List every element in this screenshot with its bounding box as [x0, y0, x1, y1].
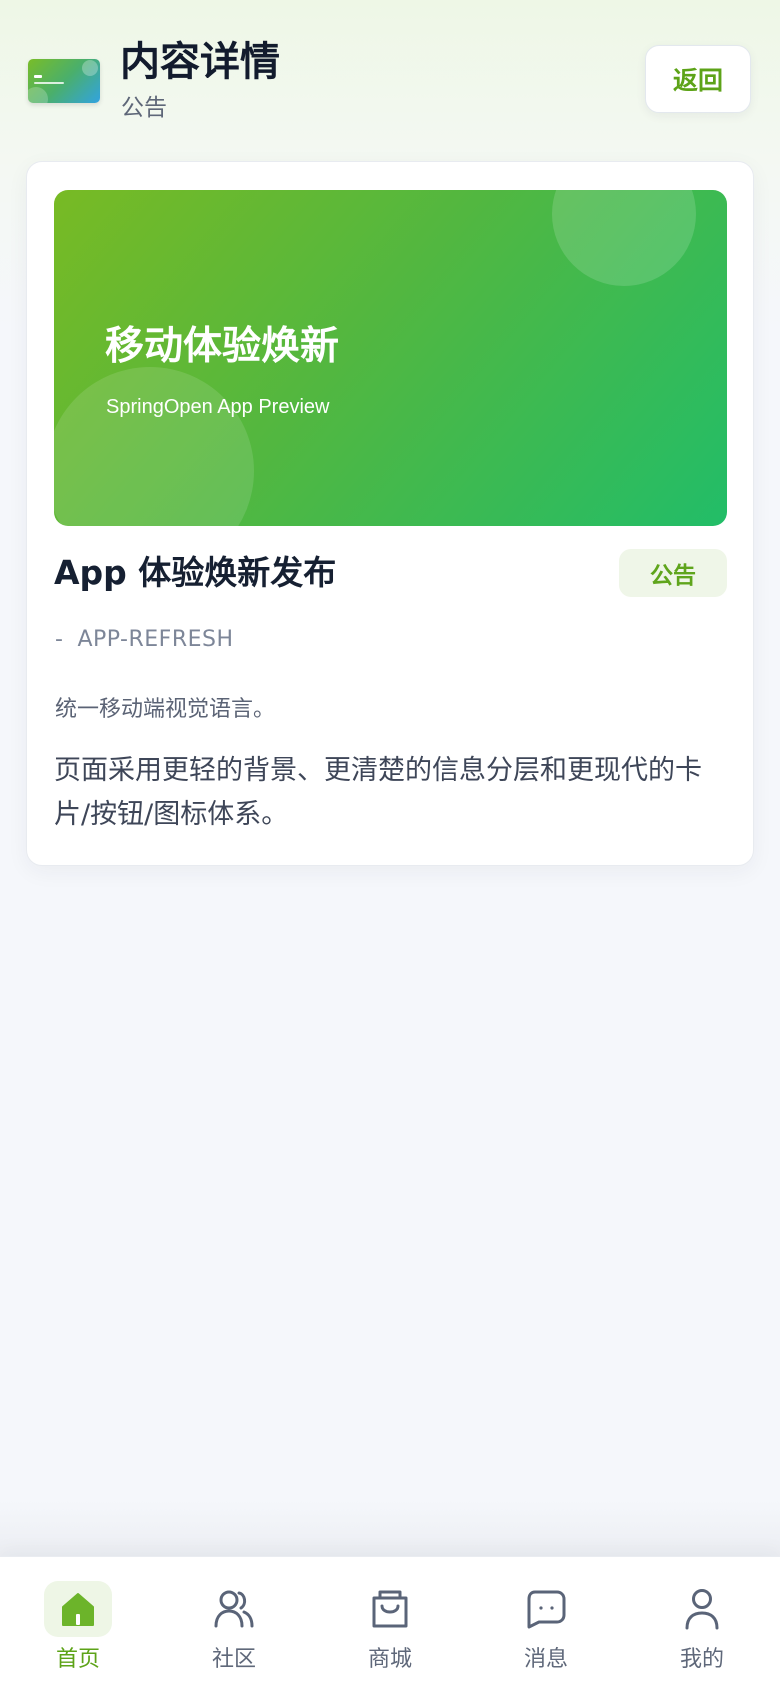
page-title: 内容详情 — [120, 39, 280, 85]
thumbnail-decor-circle — [28, 87, 48, 103]
tab-label: 社区 — [211, 1647, 256, 1672]
hero-title: 移动体验焕新 — [105, 324, 340, 369]
users-icon — [200, 1581, 268, 1637]
back-button[interactable]: 返回 — [645, 45, 751, 113]
tab-label: 我的 — [679, 1647, 724, 1672]
article-body: 页面采用更轻的背景、更清楚的信息分层和更现代的卡片/按钮/图标体系。 — [54, 755, 702, 830]
content-card: 移动体验焕新 SpringOpen App Preview App 体验焕新发布… — [26, 161, 754, 866]
thumbnail-decor-line — [34, 82, 64, 84]
bottom-tab-bar: 首页 社区 商城 消息 我的 — [0, 1556, 780, 1689]
tab-home[interactable]: 首页 — [0, 1557, 156, 1689]
message-icon — [512, 1581, 580, 1637]
hero-subtitle: SpringOpen App Preview — [106, 396, 330, 418]
header-thumbnail — [28, 59, 100, 103]
thumbnail-decor-circle — [82, 60, 98, 76]
article-summary: 统一移动端视觉语言。 — [55, 697, 276, 722]
page-header: 内容详情 公告 返回 — [0, 0, 780, 150]
tab-community[interactable]: 社区 — [156, 1557, 312, 1689]
tab-shop[interactable]: 商城 — [312, 1557, 468, 1689]
tab-label: 消息 — [523, 1647, 568, 1672]
thumbnail-decor-line — [34, 75, 42, 78]
tab-messages[interactable]: 消息 — [468, 1557, 624, 1689]
tab-label: 商城 — [367, 1647, 412, 1672]
tab-profile[interactable]: 我的 — [624, 1557, 780, 1689]
hero-decor-circle — [552, 190, 696, 286]
page-subtitle: 公告 — [121, 95, 167, 121]
hero-banner: 移动体验焕新 SpringOpen App Preview — [54, 190, 727, 526]
tab-label: 首页 — [55, 1647, 100, 1672]
article-meta: - APP-REFRESH — [55, 625, 234, 655]
meta-dash: - — [55, 627, 64, 652]
home-icon — [44, 1581, 112, 1637]
shopping-bag-icon — [356, 1581, 424, 1637]
article-title: App 体验焕新发布 — [54, 553, 337, 592]
user-icon — [668, 1581, 736, 1637]
hero-decor-circle — [54, 367, 254, 526]
article-slug: APP-REFRESH — [77, 627, 234, 652]
category-badge: 公告 — [619, 549, 727, 597]
